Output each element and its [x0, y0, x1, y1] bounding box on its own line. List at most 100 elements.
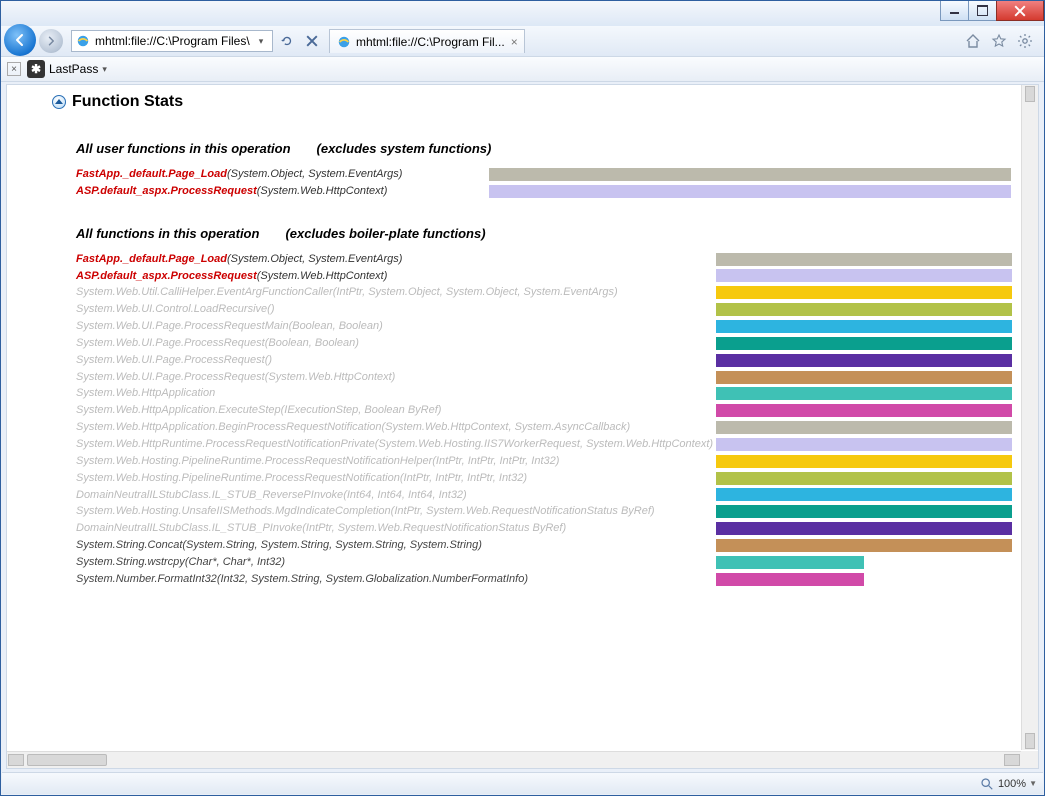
- function-name: System.Web.UI.Page.ProcessRequest: [76, 371, 265, 383]
- bar-cell: [716, 554, 1012, 571]
- function-bar: [716, 354, 1012, 367]
- table-row: System.String.Concat(System.String, Syst…: [76, 537, 1012, 554]
- function-cell: System.Web.HttpApplication: [76, 385, 716, 402]
- function-name: System.Web.HttpRuntime.ProcessRequestNot…: [76, 438, 375, 450]
- function-cell: System.Web.UI.Page.ProcessRequest(): [76, 352, 716, 369]
- function-bar: [716, 505, 1012, 518]
- browser-tab[interactable]: mhtml:file://C:\Program Fil... ×: [329, 29, 525, 53]
- table-row: ASP.default_aspx.ProcessRequest(System.W…: [76, 183, 1011, 200]
- function-args: (IntPtr, System.Web.RequestNotificationS…: [302, 522, 566, 534]
- bar-cell: [716, 301, 1012, 318]
- home-icon[interactable]: [964, 32, 982, 50]
- bar-cell: [716, 402, 1012, 419]
- close-button[interactable]: [996, 1, 1044, 21]
- zoom-level[interactable]: 100%: [998, 778, 1026, 790]
- scrollbar-corner: [1021, 751, 1038, 768]
- url-text: mhtml:file://C:\Program Files\: [95, 34, 253, 48]
- function-args: (System.Object, System.EventArgs): [227, 168, 402, 180]
- function-cell: System.Web.UI.Control.LoadRecursive(): [76, 301, 716, 318]
- table-row: System.Web.UI.Page.ProcessRequestMain(Bo…: [76, 318, 1012, 335]
- bar-cell: [716, 335, 1012, 352]
- function-bar: [716, 421, 1012, 434]
- function-cell: System.Web.Hosting.PipelineRuntime.Proce…: [76, 453, 716, 470]
- lastpass-icon[interactable]: ✱: [27, 60, 45, 78]
- section-note: (excludes boiler-plate functions): [285, 226, 485, 241]
- bar-cell: [716, 369, 1012, 386]
- function-name: System.Web.HttpApplication.BeginProcessR…: [76, 421, 382, 433]
- scrollbar-thumb[interactable]: [27, 754, 107, 766]
- function-cell: System.Web.HttpRuntime.ProcessRequestNot…: [76, 436, 716, 453]
- function-name: System.Web.Hosting.PipelineRuntime.Proce…: [76, 455, 432, 467]
- function-args: (IntPtr, IntPtr, IntPtr, Int32): [400, 472, 527, 484]
- bar-cell: [716, 352, 1012, 369]
- horizontal-scrollbar[interactable]: [7, 751, 1021, 768]
- navbar: mhtml:file://C:\Program Files\ ▾ mhtml:f…: [1, 26, 1044, 56]
- address-bar[interactable]: mhtml:file://C:\Program Files\ ▾: [71, 30, 273, 52]
- table-row: System.Web.HttpApplication.BeginProcessR…: [76, 419, 1012, 436]
- favorites-icon[interactable]: [990, 32, 1008, 50]
- function-name: System.Web.Hosting.PipelineRuntime.Proce…: [76, 472, 400, 484]
- table-row: System.Web.UI.Page.ProcessRequest(Boolea…: [76, 335, 1012, 352]
- bar-cell: [716, 537, 1012, 554]
- table-row: System.Web.Hosting.PipelineRuntime.Proce…: [76, 470, 1012, 487]
- table-row: System.Web.Util.CalliHelper.EventArgFunc…: [76, 284, 1012, 301]
- function-name: DomainNeutralILStubClass.IL_STUB_PInvoke: [76, 522, 302, 534]
- function-name: System.Web.Util.CalliHelper.EventArgFunc…: [76, 286, 333, 298]
- table-row: System.Web.HttpRuntime.ProcessRequestNot…: [76, 436, 1012, 453]
- table-row: DomainNeutralILStubClass.IL_STUB_Reverse…: [76, 487, 1012, 504]
- function-cell: DomainNeutralILStubClass.IL_STUB_PInvoke…: [76, 520, 716, 537]
- vertical-scrollbar[interactable]: [1021, 85, 1038, 750]
- function-args: (): [267, 303, 274, 315]
- bar-cell: [716, 470, 1012, 487]
- url-dropdown-icon[interactable]: ▾: [253, 36, 269, 47]
- lastpass-dropdown-icon[interactable]: ▾: [102, 64, 107, 75]
- function-bar: [716, 253, 1012, 266]
- bar-cell: [489, 183, 1011, 200]
- section-note: (excludes system functions): [317, 141, 492, 156]
- toolbar-close-icon[interactable]: ×: [7, 62, 21, 76]
- forward-button[interactable]: [39, 29, 63, 53]
- bar-cell: [716, 419, 1012, 436]
- bar-cell: [716, 318, 1012, 335]
- bar-cell: [716, 571, 1012, 588]
- table-row: System.Web.HttpApplication.ExecuteStep(I…: [76, 402, 1012, 419]
- bar-cell: [716, 453, 1012, 470]
- lastpass-label[interactable]: LastPass: [49, 62, 98, 76]
- back-button[interactable]: [4, 24, 36, 56]
- function-bar: [716, 371, 1012, 384]
- function-name: DomainNeutralILStubClass.IL_STUB_Reverse…: [76, 489, 343, 501]
- zoom-icon[interactable]: [980, 777, 994, 791]
- table-row: System.Web.UI.Page.ProcessRequest(): [76, 352, 1012, 369]
- table-row: System.String.wstrcpy(Char*, Char*, Int3…: [76, 554, 1012, 571]
- page-viewport: Function Stats All user functions in thi…: [6, 84, 1039, 769]
- browser-window: mhtml:file://C:\Program Files\ ▾ mhtml:f…: [0, 0, 1045, 796]
- function-bar: [716, 455, 1012, 468]
- table-row: FastApp._default.Page_Load(System.Object…: [76, 166, 1011, 183]
- function-name: System.Web.Hosting.UnsafeIISMethods.MgdI…: [76, 505, 391, 517]
- function-bar: [716, 404, 1012, 417]
- function-name: System.Web.UI.Page.ProcessRequestMain: [76, 320, 289, 332]
- bar-cell: [489, 166, 1011, 183]
- function-args: (System.Web.HttpContext, System.AsyncCal…: [382, 421, 631, 433]
- function-cell: System.Web.HttpApplication.BeginProcessR…: [76, 419, 716, 436]
- stop-button[interactable]: [301, 30, 323, 52]
- section-title: All functions in this operation: [76, 226, 259, 241]
- function-bar: [716, 438, 1012, 451]
- function-cell: DomainNeutralILStubClass.IL_STUB_Reverse…: [76, 487, 716, 504]
- collapse-icon[interactable]: [52, 95, 66, 109]
- function-args: (Boolean, Boolean): [265, 337, 359, 349]
- maximize-button[interactable]: [968, 1, 997, 21]
- function-cell: System.Web.HttpApplication.ExecuteStep(I…: [76, 402, 716, 419]
- function-args: (IntPtr, System.Web.RequestNotificationS…: [391, 505, 655, 517]
- minimize-button[interactable]: [940, 1, 969, 21]
- tab-close-icon[interactable]: ×: [511, 35, 518, 49]
- function-args: (IntPtr, IntPtr, IntPtr, Int32): [432, 455, 559, 467]
- refresh-button[interactable]: [276, 30, 298, 52]
- extension-toolbar: × ✱ LastPass ▾: [1, 56, 1044, 82]
- table-row: FastApp._default.Page_Load(System.Object…: [76, 251, 1012, 268]
- settings-icon[interactable]: [1016, 32, 1034, 50]
- section-title: All user functions in this operation: [76, 141, 291, 156]
- function-cell: System.String.wstrcpy(Char*, Char*, Int3…: [76, 554, 716, 571]
- zoom-dropdown-icon[interactable]: ▼: [1029, 779, 1037, 788]
- function-name: FastApp._default.Page_Load: [76, 168, 227, 180]
